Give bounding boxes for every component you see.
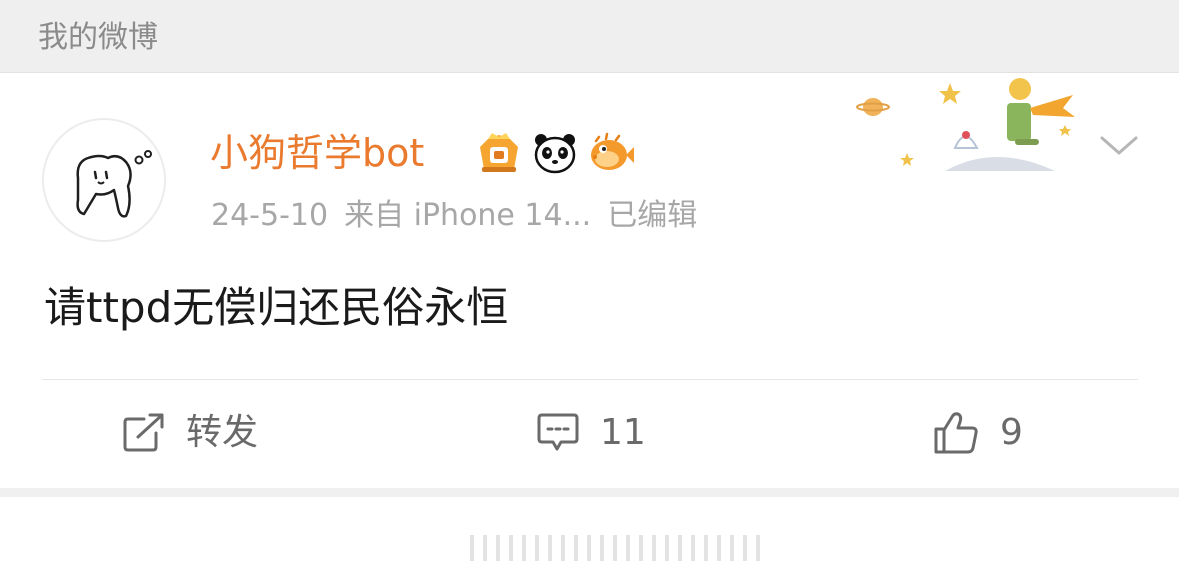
repost-label: 转发	[186, 412, 259, 453]
crown-badge-icon[interactable]	[474, 131, 524, 175]
pufferfish-badge-icon[interactable]	[586, 131, 636, 175]
little-prince-decoration-icon	[856, 78, 1075, 171]
badges	[474, 131, 636, 175]
post-card[interactable]: 小狗哲学bot 24-5-10 来自 iPhone 14... 已编辑 请ttp…	[0, 73, 1179, 561]
avatar[interactable]	[42, 118, 166, 242]
post-text: 请ttpd无偿归还民俗永恒	[44, 283, 509, 332]
divider	[42, 379, 1138, 380]
panda-badge-icon[interactable]	[530, 131, 580, 175]
post-date: 24-5-10	[211, 198, 329, 233]
post-meta: 24-5-10 来自 iPhone 14... 已编辑	[211, 196, 713, 236]
post-source: 来自 iPhone 14...	[344, 198, 592, 233]
like-count: 9	[1000, 412, 1023, 453]
watermark-bars	[470, 535, 760, 561]
section-title: 我的微博	[38, 20, 158, 55]
like-button[interactable]: 9	[932, 405, 1023, 461]
chevron-down-icon[interactable]	[1098, 131, 1140, 161]
bottom-separator	[0, 488, 1179, 497]
comment-count: 11	[600, 412, 646, 453]
section-header: 我的微博	[0, 0, 1179, 73]
repost-button[interactable]: 转发	[122, 405, 258, 461]
username[interactable]: 小狗哲学bot	[210, 129, 424, 177]
comment-icon	[537, 413, 579, 451]
thumbs-up-icon	[934, 412, 978, 454]
comment-button[interactable]: 11	[536, 405, 646, 461]
repost-icon	[123, 413, 164, 452]
dog-avatar-icon	[76, 150, 152, 218]
edited-label[interactable]: 已编辑	[607, 198, 697, 233]
